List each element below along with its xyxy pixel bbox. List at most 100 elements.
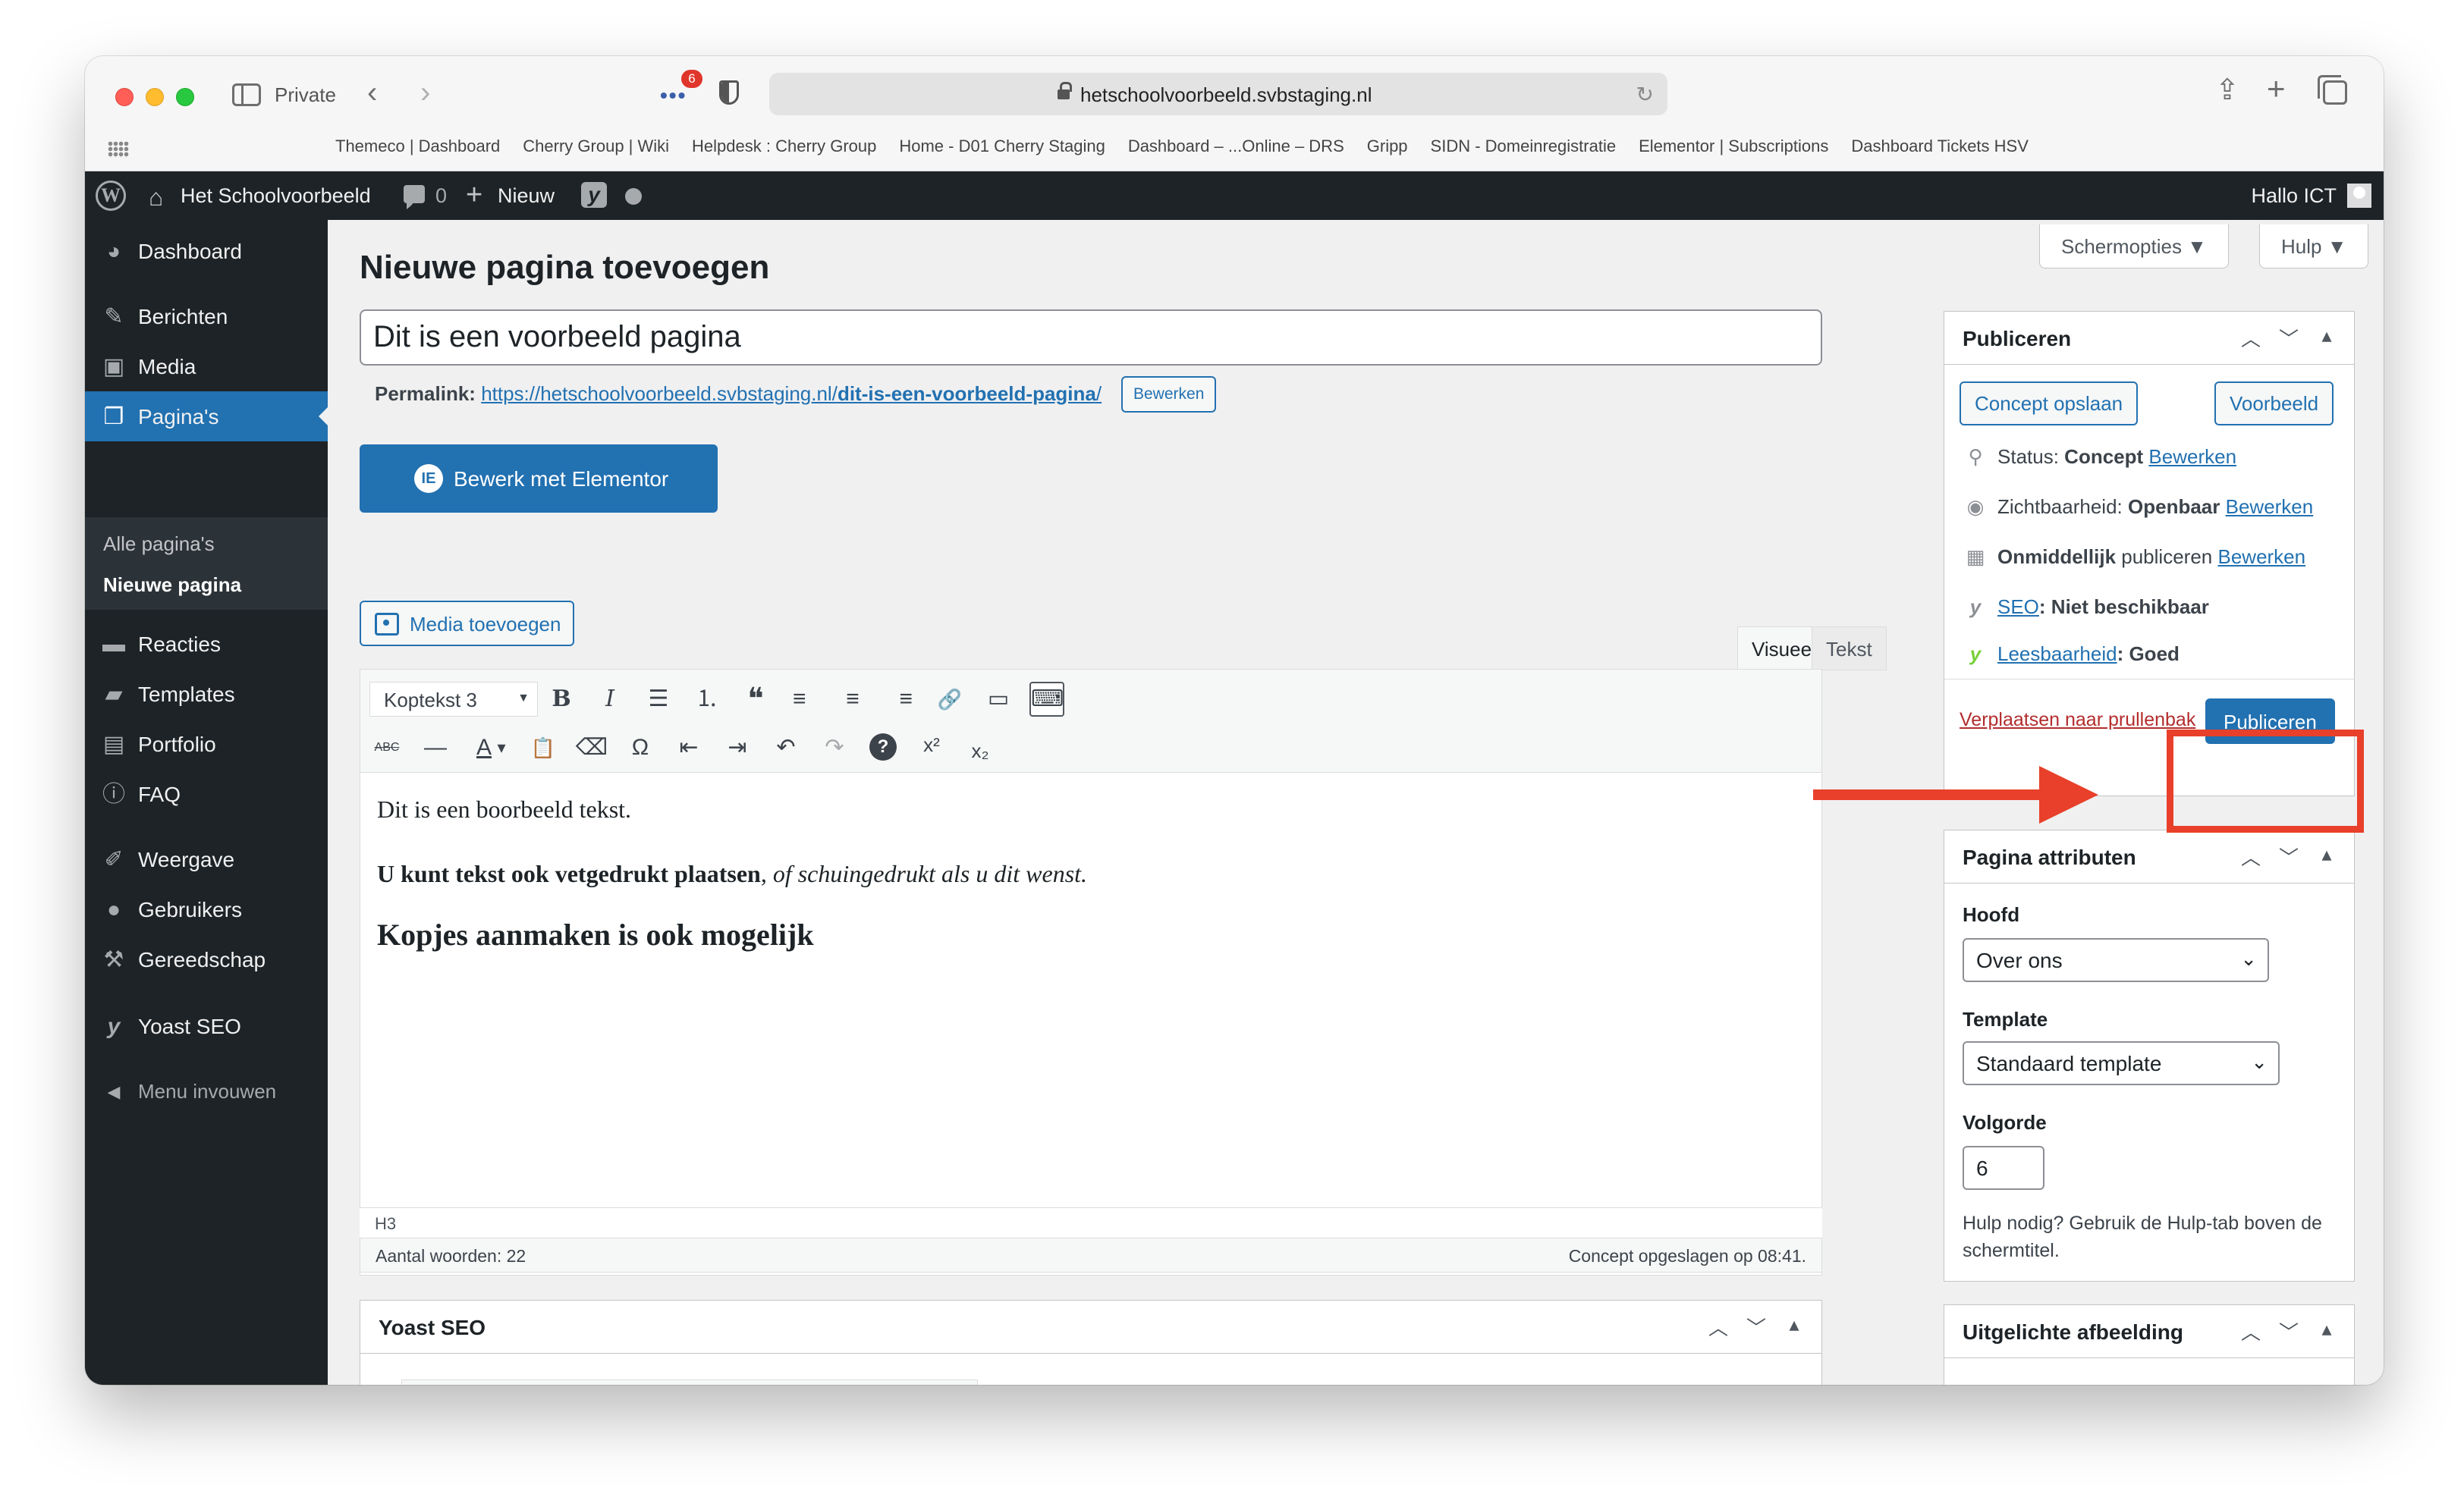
- align-left-icon[interactable]: ≡: [787, 682, 822, 717]
- collapse-box-icon[interactable]: ▴: [2315, 324, 2339, 352]
- plus-icon[interactable]: +: [466, 179, 482, 212]
- favorite-link[interactable]: SIDN - Domeinregistratie: [1431, 137, 1617, 156]
- favorites-grid-icon[interactable]: [108, 141, 129, 158]
- add-media-button[interactable]: Media toevoegen: [360, 601, 575, 646]
- parent-select[interactable]: Over ons ⌄: [1963, 938, 2269, 982]
- indent-icon[interactable]: ⇥: [720, 730, 755, 765]
- order-input[interactable]: 6: [1963, 1146, 2044, 1190]
- zoom-window-button[interactable]: [176, 88, 194, 106]
- sidebar-item-posts[interactable]: ✎ Berichten: [85, 291, 328, 341]
- favorite-link[interactable]: Gripp: [1367, 137, 1408, 156]
- superscript-icon[interactable]: x²: [914, 727, 949, 762]
- edit-schedule-link[interactable]: Bewerken: [2217, 545, 2305, 568]
- sidebar-item-templates[interactable]: ▰ Templates: [85, 669, 328, 719]
- format-select[interactable]: Koptekst 3: [369, 682, 538, 717]
- link-icon[interactable]: 🔗: [932, 682, 967, 717]
- seo-link[interactable]: SEO: [1997, 595, 2039, 618]
- text-color-dropdown-icon[interactable]: ▾: [492, 730, 511, 765]
- howdy-user[interactable]: Hallo ICT: [2251, 184, 2337, 208]
- collapse-menu-button[interactable]: ◀ Menu invouwen: [85, 1066, 328, 1116]
- comments-count[interactable]: 0: [435, 184, 447, 208]
- submenu-new-page[interactable]: Nieuwe pagina: [103, 573, 241, 597]
- minimize-window-button[interactable]: [146, 88, 164, 106]
- undo-icon[interactable]: ↶: [768, 730, 803, 765]
- sidebar-item-comments[interactable]: ▬ Reacties: [85, 619, 328, 669]
- move-down-icon[interactable]: ﹀: [2277, 324, 2301, 352]
- favorite-link[interactable]: Cherry Group | Wiki: [523, 137, 669, 156]
- italic-icon[interactable]: I: [592, 682, 627, 717]
- bold-icon[interactable]: B: [544, 682, 579, 717]
- move-down-icon[interactable]: ﹀: [2277, 1317, 2301, 1345]
- submenu-all-pages[interactable]: Alle pagina's: [103, 532, 215, 556]
- favorite-link[interactable]: Helpdesk : Cherry Group: [692, 137, 876, 156]
- home-icon[interactable]: ⌂: [149, 184, 163, 212]
- move-down-icon[interactable]: ﹀: [1744, 1313, 1768, 1341]
- bullet-list-icon[interactable]: ☰: [641, 682, 676, 717]
- sidebar-item-tools[interactable]: ⚒ Gereedschap: [85, 934, 328, 984]
- readability-link[interactable]: Leesbaarheid: [1997, 642, 2117, 665]
- back-button[interactable]: ‹: [367, 77, 377, 108]
- collapse-box-icon[interactable]: ▴: [2315, 1317, 2339, 1345]
- reload-icon[interactable]: ↻: [1636, 82, 1654, 107]
- post-title-input[interactable]: Dit is een voorbeeld pagina: [360, 309, 1822, 366]
- comment-icon[interactable]: [404, 185, 425, 209]
- share-icon[interactable]: ⇪: [2215, 76, 2239, 105]
- redo-icon[interactable]: ↷: [817, 730, 852, 765]
- sidebar-item-faq[interactable]: ⓘ FAQ: [85, 769, 328, 819]
- favorite-link[interactable]: Elementor | Subscriptions: [1639, 137, 1828, 156]
- editor-content[interactable]: Dit is een boorbeeld tekst. U kunt tekst…: [377, 796, 1803, 953]
- sidebar-item-media[interactable]: ▣ Media: [85, 341, 328, 391]
- edit-with-elementor-button[interactable]: IE Bewerk met Elementor: [360, 444, 718, 513]
- clear-formatting-icon[interactable]: ⌫: [574, 730, 609, 765]
- strikethrough-icon[interactable]: ABC: [369, 730, 404, 765]
- screen-options-button[interactable]: Schermopties ▼: [2039, 224, 2229, 268]
- read-more-icon[interactable]: ▭: [981, 682, 1016, 717]
- move-up-icon[interactable]: ︿: [2239, 324, 2263, 352]
- special-character-icon[interactable]: Ω: [623, 730, 658, 765]
- new-content-link[interactable]: Nieuw: [498, 184, 555, 208]
- seo-status-dot-icon[interactable]: [625, 188, 642, 205]
- template-select[interactable]: Standaard template ⌄: [1963, 1041, 2280, 1085]
- move-up-icon[interactable]: ︿: [2239, 843, 2263, 871]
- sidebar-item-dashboard[interactable]: ◕ Dashboard: [85, 226, 328, 276]
- edit-visibility-link[interactable]: Bewerken: [2226, 495, 2314, 518]
- align-center-icon[interactable]: ≡: [835, 682, 870, 717]
- collapse-box-icon[interactable]: ▴: [1782, 1313, 1806, 1341]
- help-tab-button[interactable]: Hulp ▼: [2259, 224, 2369, 268]
- favorite-link[interactable]: Themeco | Dashboard: [335, 137, 500, 156]
- sidebar-item-appearance[interactable]: ✐ Weergave: [85, 834, 328, 884]
- new-tab-icon[interactable]: +: [2267, 73, 2286, 105]
- permalink-url[interactable]: https://hetschoolvoorbeeld.svbstaging.nl…: [481, 382, 1102, 405]
- preview-button[interactable]: Voorbeeld: [2214, 381, 2334, 425]
- move-up-icon[interactable]: ︿: [2239, 1317, 2263, 1345]
- toolbar-toggle-icon[interactable]: ⌨: [1029, 682, 1064, 717]
- sidebar-item-pages[interactable]: ❐ Pagina's: [85, 391, 328, 441]
- favorite-link[interactable]: Dashboard Tickets HSV: [1851, 137, 2029, 156]
- help-icon[interactable]: ?: [869, 733, 897, 761]
- site-name-link[interactable]: Het Schoolvoorbeeld: [181, 184, 371, 208]
- yoast-tabs[interactable]: [401, 1379, 978, 1385]
- move-down-icon[interactable]: ﹀: [2277, 843, 2301, 871]
- wordpress-logo-icon[interactable]: W: [96, 180, 126, 211]
- avatar[interactable]: [2347, 184, 2371, 208]
- move-to-trash-link[interactable]: Verplaatsen naar prullenbak: [1960, 709, 2195, 731]
- paste-text-icon[interactable]: 📋: [526, 730, 561, 765]
- horizontal-line-icon[interactable]: —: [418, 730, 453, 765]
- address-bar[interactable]: hetschoolvoorbeeld.svbstaging.nl ↻: [769, 73, 1667, 115]
- extension-icon[interactable]: •••: [660, 83, 687, 108]
- sidebar-item-users[interactable]: ● Gebruikers: [85, 884, 328, 934]
- tab-overview-icon[interactable]: [2318, 75, 2347, 105]
- sidebar-toggle-icon[interactable]: [232, 83, 261, 106]
- tab-text[interactable]: Tekst: [1812, 626, 1887, 670]
- numbered-list-icon[interactable]: ⒈: [690, 682, 724, 717]
- shield-icon[interactable]: [719, 80, 739, 105]
- move-up-icon[interactable]: ︿: [1706, 1313, 1730, 1341]
- yoast-icon[interactable]: y: [581, 182, 607, 208]
- close-window-button[interactable]: [115, 88, 134, 106]
- blockquote-icon[interactable]: ❝: [738, 682, 773, 717]
- outdent-icon[interactable]: ⇤: [671, 730, 706, 765]
- edit-status-link[interactable]: Bewerken: [2148, 445, 2236, 468]
- save-draft-button[interactable]: Concept opslaan: [1960, 381, 2139, 425]
- align-right-icon[interactable]: ≡: [884, 682, 919, 717]
- collapse-box-icon[interactable]: ▴: [2315, 843, 2339, 871]
